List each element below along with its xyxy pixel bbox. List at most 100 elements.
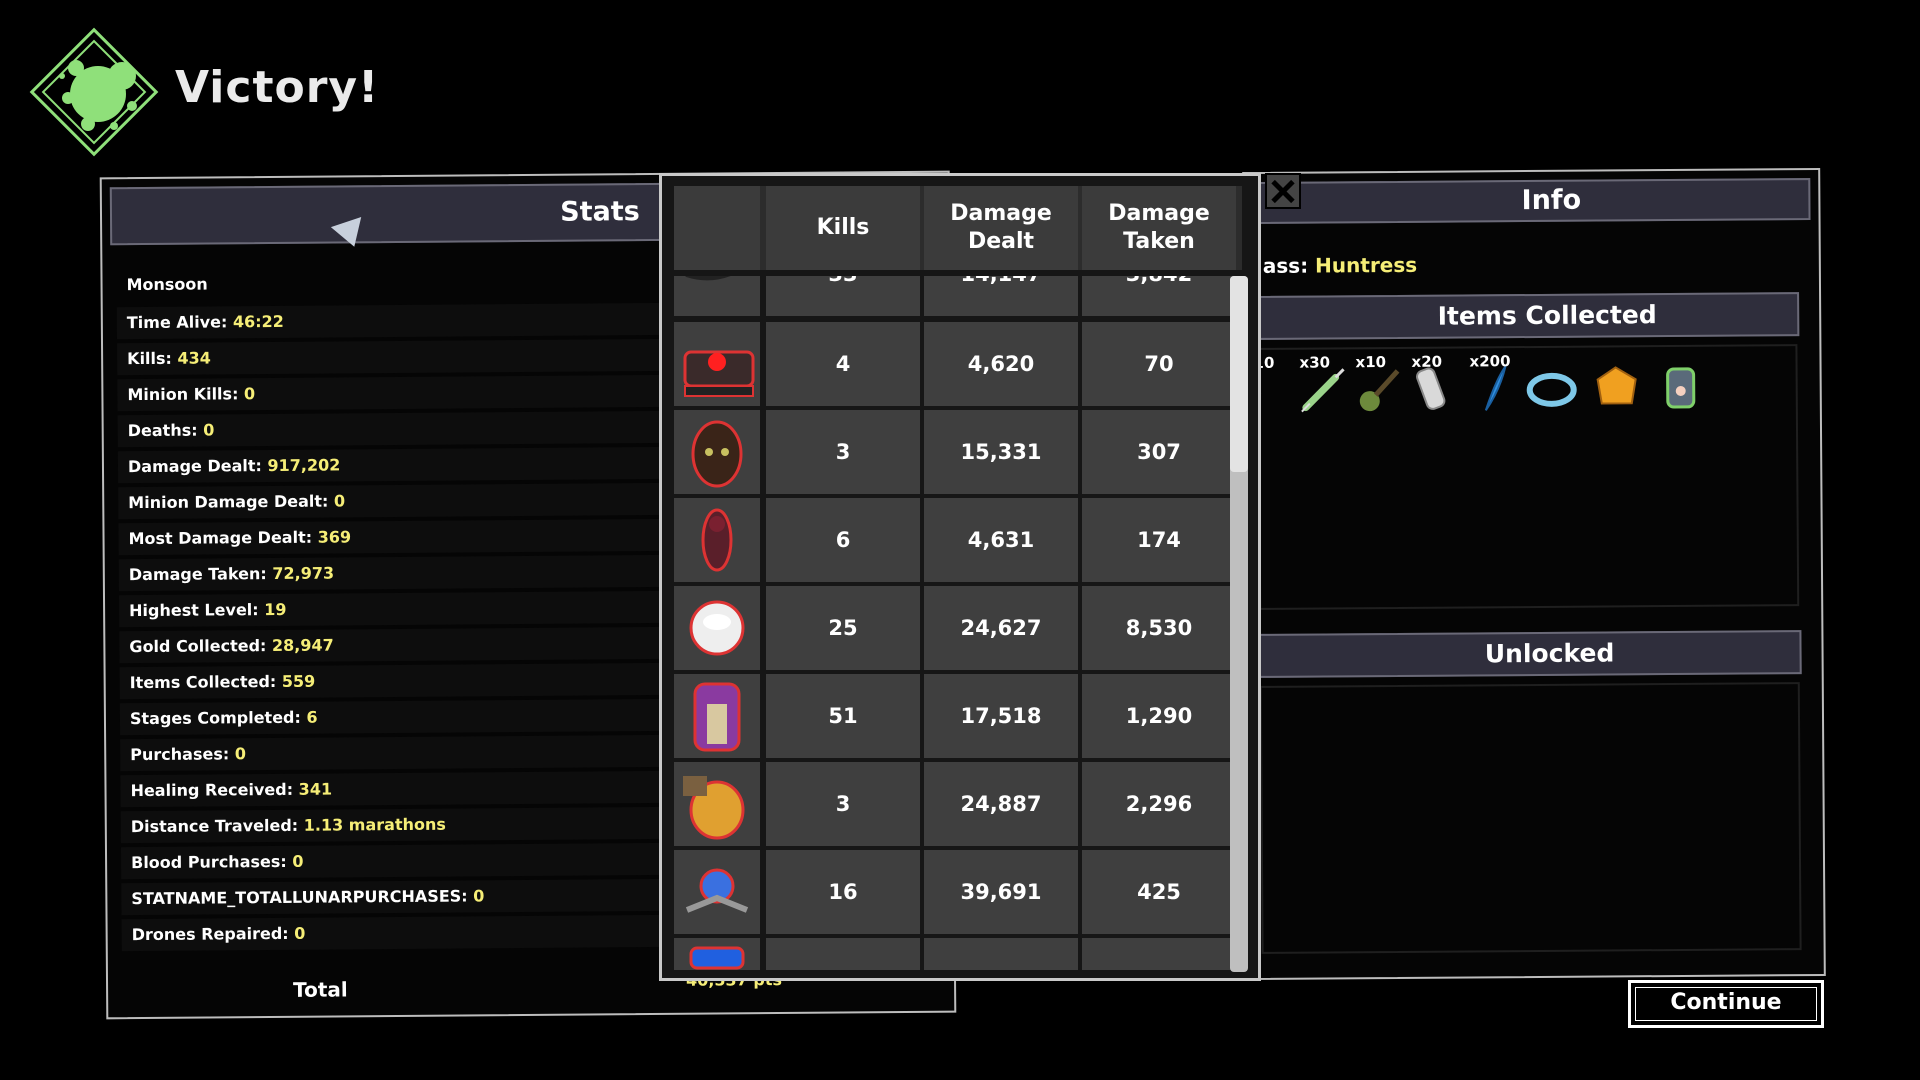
- stat-value: 369: [317, 527, 352, 547]
- total-label: Total: [292, 977, 348, 1002]
- enemy-damage-dealt: 4,620: [924, 322, 1078, 406]
- stat-row: STATNAME_TOTALLUNARPURCHASES: 0: [131, 886, 484, 908]
- difficulty-label: Monsoon: [126, 274, 208, 295]
- stat-value: 0: [294, 923, 306, 943]
- enemy-damage-taken: 8,530: [1082, 586, 1236, 670]
- stat-row: Purchases: 0: [130, 744, 246, 764]
- stat-value: 0: [234, 744, 247, 764]
- drone-icon: [674, 850, 760, 934]
- victory-emblem-icon: [29, 27, 159, 157]
- stat-value: 0: [292, 851, 304, 871]
- enemy-kills: 33: [766, 276, 920, 316]
- stat-row: Distance Traveled: 1.13 marathons: [131, 815, 446, 836]
- header-icon-column: [674, 186, 760, 270]
- items-collected-list: 10 x30 x10 x20 x200: [1248, 344, 1800, 610]
- whip-creature-icon: [674, 276, 760, 316]
- stat-value: 28,947: [271, 635, 334, 656]
- stat-row: Stages Completed: 6: [130, 708, 318, 728]
- stat-label: Gold Collected:: [129, 636, 267, 657]
- enemy-damage-dealt: 14,147: [924, 276, 1078, 316]
- feather-icon[interactable]: x200: [1466, 352, 1518, 416]
- enemy-kills: 6: [766, 498, 920, 582]
- stat-row: Gold Collected: 28,947: [129, 636, 334, 657]
- jar-icon[interactable]: [1654, 359, 1706, 415]
- stat-label: Minion Kills:: [127, 384, 239, 405]
- enemy-stats-popup: Kills Damage Dealt Damage Taken 3314,147…: [659, 173, 1261, 981]
- header-kills[interactable]: Kills: [766, 186, 920, 270]
- enemy-damage-taken: 174: [1082, 498, 1236, 582]
- purple-golem-icon: [674, 674, 760, 758]
- stat-value: 72,973: [272, 563, 335, 584]
- enemy-kills: 16: [766, 850, 920, 934]
- close-icon[interactable]: [1265, 173, 1301, 209]
- scrollbar-thumb[interactable]: [1230, 276, 1248, 472]
- stat-label: Kills:: [127, 348, 172, 369]
- header-damage-dealt[interactable]: Damage Dealt: [924, 186, 1078, 270]
- stat-row: Kills: 434: [127, 348, 211, 368]
- guitar-icon[interactable]: x10: [1352, 353, 1404, 417]
- stat-row: Time Alive: 46:22: [127, 312, 284, 332]
- enemy-damage-dealt: 24,887: [924, 762, 1078, 846]
- stats-title: Stats: [560, 196, 640, 228]
- items-collected-header: Items Collected: [1255, 292, 1800, 340]
- imp-icon: [674, 498, 760, 582]
- stat-label: Stages Completed:: [129, 707, 301, 729]
- enemy-table-rows[interactable]: 3314,1473,84244,62070315,33130764,631174…: [674, 276, 1242, 970]
- enemy-damage-taken: 307: [1082, 410, 1236, 494]
- stat-label: Healing Received:: [130, 779, 294, 801]
- enemy-damage-taken: 2,296: [1082, 762, 1236, 846]
- enemy-damage-dealt: 24,627: [924, 586, 1078, 670]
- stat-value: 559: [281, 671, 316, 691]
- scroll-icon[interactable]: x20: [1408, 353, 1460, 417]
- header-damage-taken[interactable]: Damage Taken: [1082, 186, 1236, 270]
- stat-value: 341: [298, 779, 333, 799]
- hooded-imp-icon: [674, 410, 760, 494]
- stat-value: 46:22: [232, 311, 284, 332]
- stat-row: Blood Purchases: 0: [131, 852, 304, 872]
- stat-label: Deaths:: [127, 420, 198, 441]
- enemy-table-header: Kills Damage Dealt Damage Taken: [674, 186, 1242, 270]
- enemy-damage-dealt: 15,331: [924, 410, 1078, 494]
- enemy-damage-dealt: 39,691: [924, 850, 1078, 934]
- stat-label: Damage Taken:: [128, 564, 267, 585]
- stat-row: Minion Damage Dealt: 0: [128, 491, 345, 512]
- unlocked-list: [1259, 682, 1802, 954]
- stat-row: Deaths: 0: [128, 420, 215, 440]
- class-value: Huntress: [1315, 252, 1418, 278]
- crystal-box-icon[interactable]: [1590, 359, 1642, 415]
- enemy-kills: 4: [766, 322, 920, 406]
- stat-label: Items Collected:: [129, 671, 277, 693]
- stat-value: 0: [243, 384, 256, 404]
- syringe-icon[interactable]: x30: [1296, 353, 1348, 417]
- stat-label: Highest Level:: [129, 600, 259, 621]
- jellyfish-icon: [674, 586, 760, 670]
- item-count: x30: [1299, 353, 1331, 372]
- enemy-damage-dealt: 17,518: [924, 674, 1078, 758]
- stat-row: Damage Taken: 72,973: [129, 564, 334, 585]
- items-collected-title: Items Collected: [1437, 300, 1657, 331]
- enemy-damage-taken: 70: [1082, 322, 1236, 406]
- item-count: x20: [1411, 352, 1443, 371]
- stat-row: Drones Repaired: 0: [132, 924, 306, 944]
- stat-label: Blood Purchases:: [131, 851, 287, 873]
- stat-label: Drones Repaired:: [131, 923, 289, 945]
- info-panel: Info ass: Huntress Items Collected 10 x30…: [1242, 167, 1826, 981]
- ring-icon[interactable]: [1526, 360, 1578, 416]
- blue-drone-icon: [674, 938, 760, 970]
- stat-label: Time Alive:: [126, 312, 228, 333]
- enemy-damage-taken: 1,290: [1082, 674, 1236, 758]
- stat-value: 434: [177, 348, 211, 368]
- enemy-table-scrollbar[interactable]: [1230, 276, 1248, 972]
- stat-value: 6: [306, 707, 318, 727]
- stat-value: 0: [473, 886, 485, 906]
- info-header: Info: [1252, 178, 1811, 224]
- stat-label: STATNAME_TOTALLUNARPURCHASES:: [131, 886, 468, 909]
- info-title: Info: [1521, 184, 1582, 217]
- enemy-kills: [766, 938, 920, 970]
- enemy-kills: 51: [766, 674, 920, 758]
- continue-button[interactable]: Continue: [1628, 980, 1824, 1028]
- stat-label: Most Damage Dealt:: [128, 527, 313, 549]
- stat-row: Healing Received: 341: [130, 780, 332, 801]
- item-count: x200: [1469, 352, 1511, 371]
- item-count: x10: [1355, 353, 1387, 372]
